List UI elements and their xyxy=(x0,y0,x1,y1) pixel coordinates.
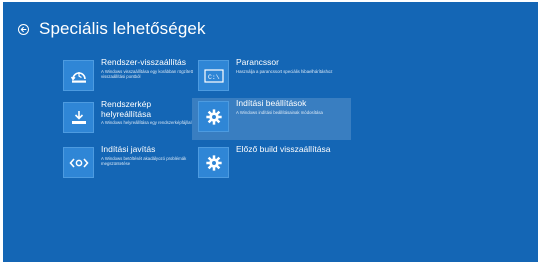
tile-description: A Windows betöltését akadályozó problémá… xyxy=(101,155,187,166)
gear-icon xyxy=(198,147,229,178)
page-title: Speciális lehetőségek xyxy=(39,19,206,38)
image-recovery-icon xyxy=(63,102,94,133)
tile-description: A Windows indítási beállításainak módosí… xyxy=(236,109,323,115)
back-arrow-icon xyxy=(20,26,27,32)
tile-title: Indítási beállítások xyxy=(236,98,307,108)
svg-text:C:\: C:\ xyxy=(208,74,220,81)
tile-previous-build[interactable]: Előző build visszaállítása xyxy=(198,144,338,184)
tile-startup-repair[interactable]: Indítási javítás A Windows betöltését ak… xyxy=(63,144,203,184)
recovery-screen: Speciális lehetőségek Rendszer-visszaáll… xyxy=(3,2,538,262)
system-restore-icon xyxy=(63,60,94,91)
tile-title: Parancssor xyxy=(236,57,279,67)
command-prompt-icon: C:\ xyxy=(198,60,229,91)
header: Speciális lehetőségek xyxy=(18,19,206,39)
tile-system-restore[interactable]: Rendszer-visszaállítás A Windows visszaá… xyxy=(63,57,203,97)
tile-title: Rendszer-visszaállítás xyxy=(101,57,187,67)
back-button[interactable] xyxy=(18,23,29,35)
gear-icon xyxy=(198,101,229,132)
tile-title: Rendszerkép helyreállítása xyxy=(101,99,152,119)
tile-image-recovery[interactable]: Rendszerkép helyreállítása A Windows hel… xyxy=(63,99,203,139)
tile-description: Használja a parancssort speciális hibael… xyxy=(236,68,333,74)
tile-description: A Windows helyreállítása egy rendszerkép… xyxy=(101,120,192,125)
tile-title: Indítási javítás xyxy=(101,144,156,154)
startup-repair-icon xyxy=(63,147,94,178)
tile-title: Előző build visszaállítása xyxy=(236,144,331,154)
tile-description: A Windows visszaállítása egy korábban rö… xyxy=(101,68,193,79)
tile-command-prompt[interactable]: C:\ Parancssor Használja a parancssort s… xyxy=(198,57,338,97)
tile-startup-settings[interactable]: Indítási beállítások A Windows indítási … xyxy=(192,98,351,140)
